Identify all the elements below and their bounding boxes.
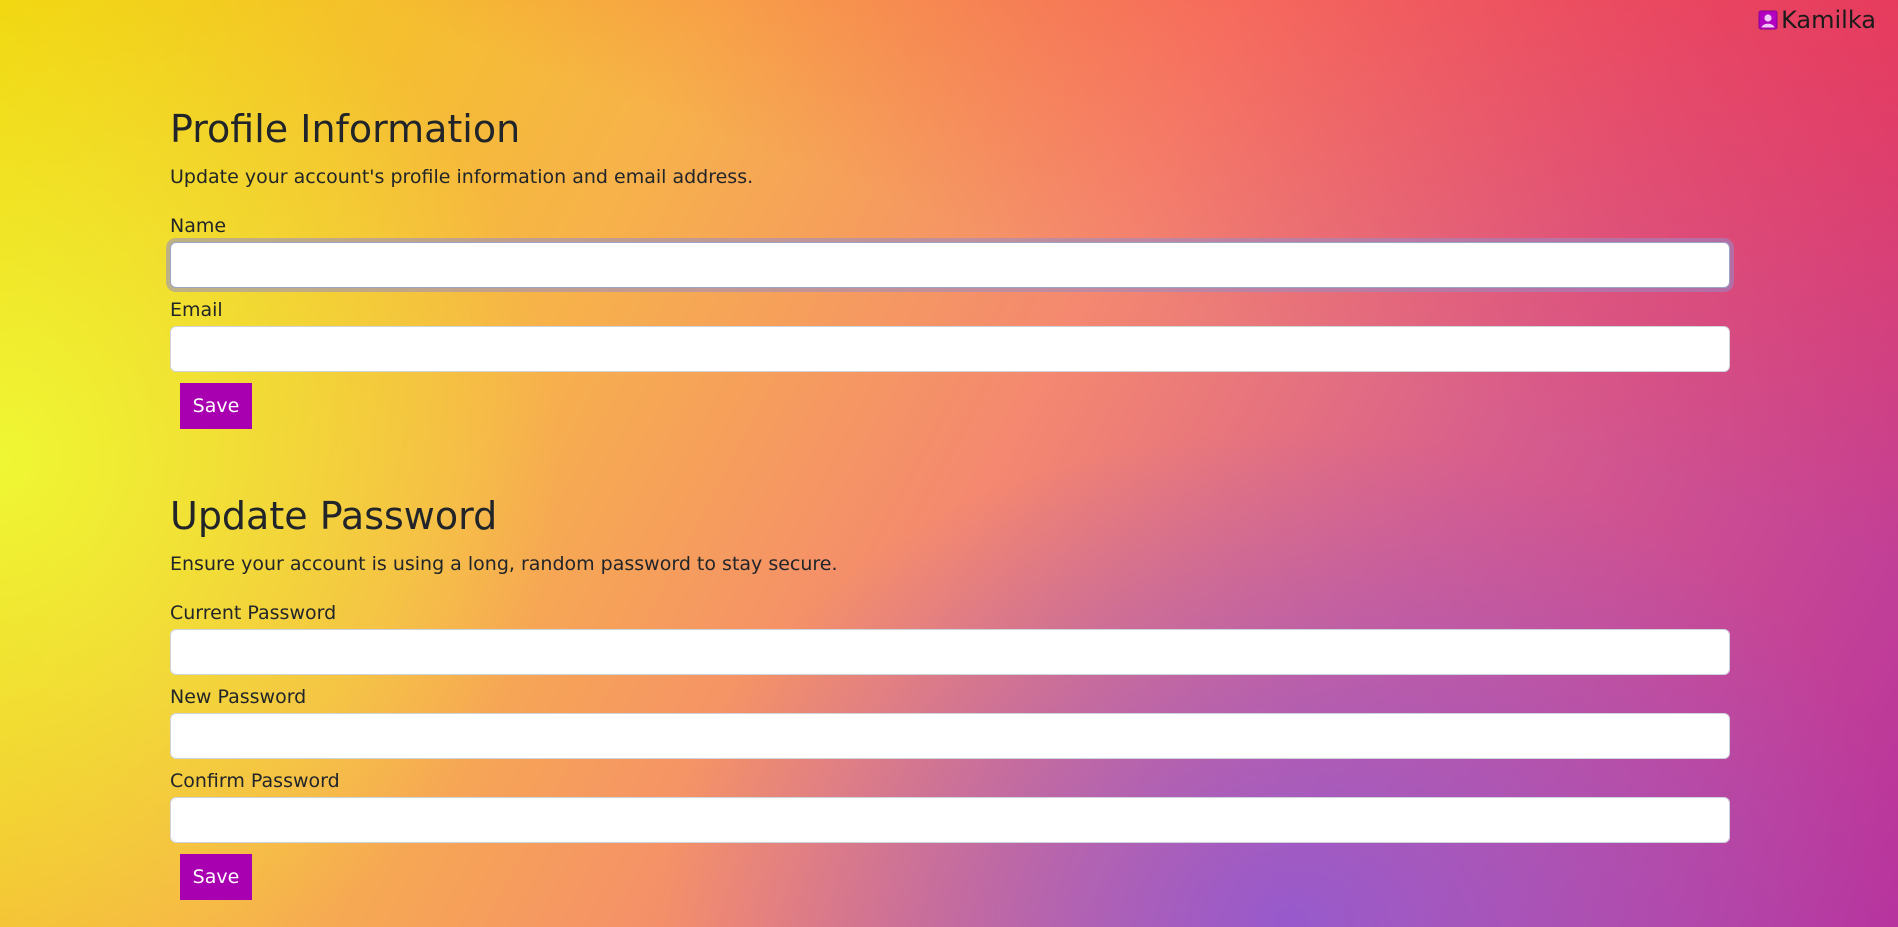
current-password-label: Current Password [170, 602, 337, 624]
profile-section-title: Profile Information [170, 107, 521, 151]
name-label: Name [170, 215, 227, 237]
settings-page: Profile Information Update your account'… [170, 104, 1730, 900]
name-input[interactable] [170, 242, 1730, 288]
password-section-description: Ensure your account is using a long, ran… [170, 553, 838, 575]
confirm-password-label: Confirm Password [170, 770, 340, 792]
confirm-password-input[interactable] [170, 797, 1730, 843]
update-password-section: Update Password Ensure your account is u… [170, 491, 1730, 900]
profile-save-button[interactable]: Save [180, 383, 252, 429]
user-menu[interactable]: Kamilka [1758, 6, 1876, 34]
profile-section-description: Update your account's profile informatio… [170, 166, 754, 188]
email-label: Email [170, 299, 223, 321]
current-password-input[interactable] [170, 629, 1730, 675]
new-password-label: New Password [170, 686, 307, 708]
new-password-input[interactable] [170, 713, 1730, 759]
password-section-title: Update Password [170, 494, 498, 538]
password-save-button[interactable]: Save [180, 854, 252, 900]
person-square-icon [1758, 10, 1778, 30]
profile-information-section: Profile Information Update your account'… [170, 104, 1730, 429]
user-name[interactable]: Kamilka [1781, 6, 1876, 34]
email-input[interactable] [170, 326, 1730, 372]
